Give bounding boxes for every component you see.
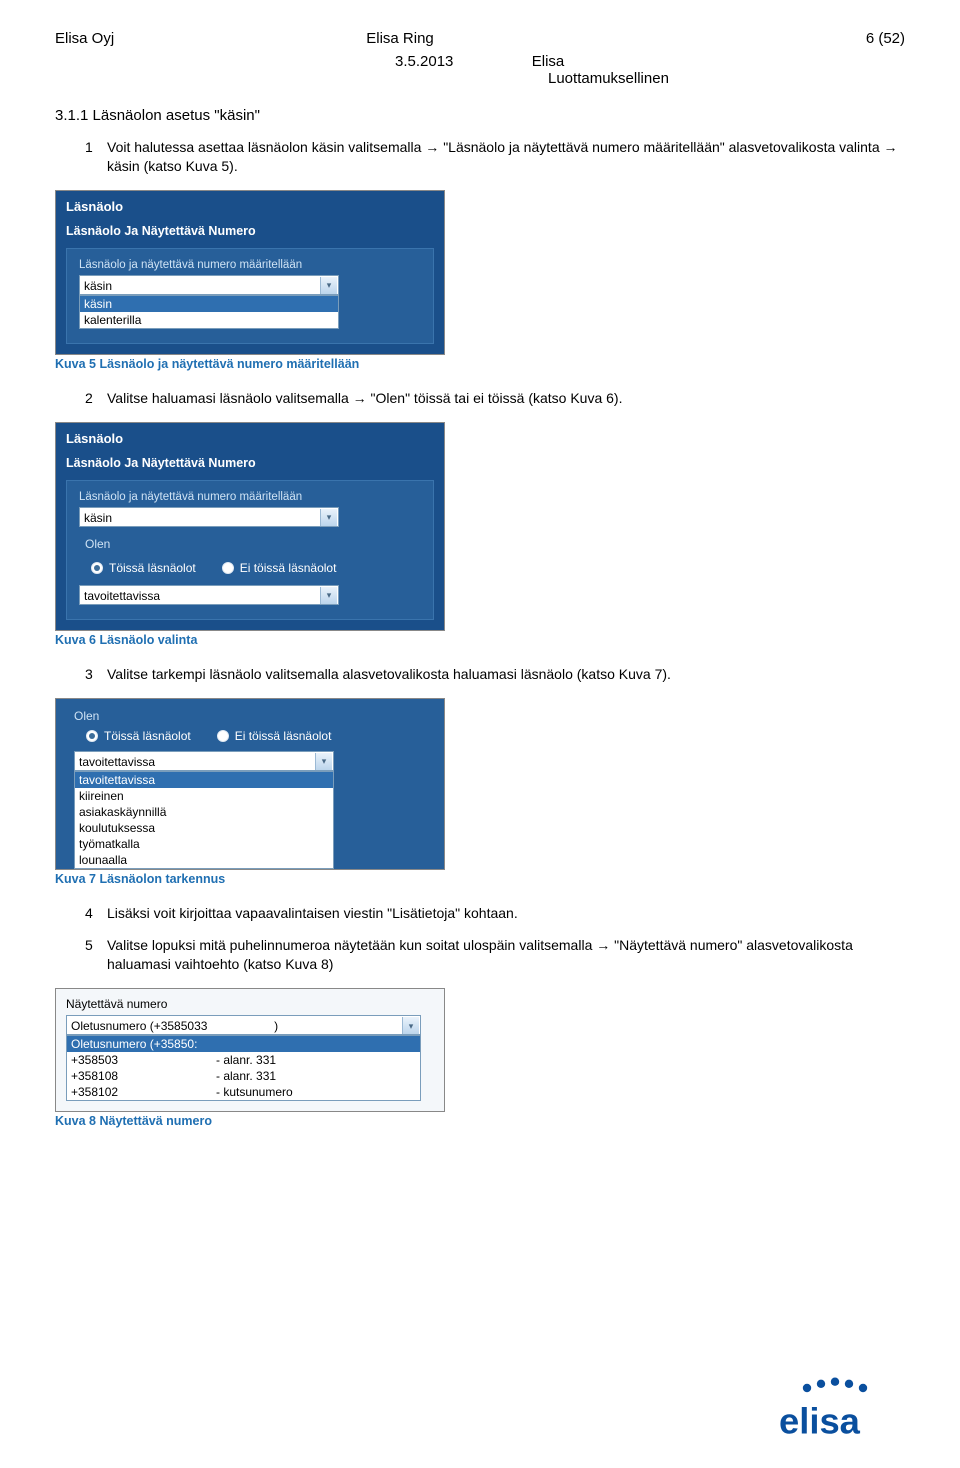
- step-5: 5 Valitse lopuksi mitä puhelinnumeroa nä…: [85, 936, 905, 974]
- header-page: 6 (52): [866, 30, 905, 47]
- fig6-radio-ei-toissa[interactable]: Ei töissä läsnäolot: [222, 561, 337, 575]
- fig7-option-3[interactable]: koulutuksessa: [75, 820, 333, 836]
- fig6-dropdown[interactable]: käsin ▾: [79, 507, 421, 527]
- step-5-number: 5: [85, 936, 107, 974]
- fig7-option-1[interactable]: kiireinen: [75, 788, 333, 804]
- fig8-label: Näytettävä numero: [66, 997, 434, 1011]
- chevron-down-icon: ▾: [315, 753, 332, 770]
- caption-6: Kuva 6 Läsnäolo valinta: [55, 633, 905, 647]
- figure-8: Näytettävä numero Oletusnumero (+3585033…: [55, 988, 445, 1112]
- fig6-selected: käsin: [84, 511, 112, 525]
- radio-unchecked-icon: [217, 730, 229, 742]
- fig5-title: Läsnäolo: [66, 199, 434, 214]
- fig6-subtitle: Läsnäolo Ja Näytettävä Numero: [66, 456, 434, 470]
- fig6-status-dropdown[interactable]: tavoitettavissa ▾: [79, 585, 421, 605]
- figure-5: Läsnäolo Läsnäolo Ja Näytettävä Numero L…: [55, 190, 445, 355]
- figure-6: Läsnäolo Läsnäolo Ja Näytettävä Numero L…: [55, 422, 445, 631]
- fig8-selected-right: ): [274, 1019, 278, 1033]
- fig5-field-label: Läsnäolo ja näytettävä numero määritellä…: [79, 259, 421, 271]
- fig6-radio-toissa[interactable]: Töissä läsnäolot: [91, 561, 196, 575]
- chevron-down-icon: ▾: [320, 587, 337, 604]
- chevron-down-icon: ▾: [402, 1017, 419, 1034]
- step-1-text: Voit halutessa asettaa läsnäolon käsin v…: [107, 138, 905, 176]
- fig7-olen-label: Olen: [74, 709, 436, 723]
- header-company: Elisa Oyj: [55, 30, 114, 47]
- caption-7: Kuva 7 Läsnäolon tarkennus: [55, 872, 905, 886]
- header-date: 3.5.2013: [395, 53, 453, 70]
- fig5-selected: käsin: [84, 279, 112, 293]
- step-5-text: Valitse lopuksi mitä puhelinnumeroa näyt…: [107, 936, 905, 974]
- radio-checked-icon: [86, 730, 98, 742]
- fig5-dropdown[interactable]: käsin ▾: [79, 275, 421, 295]
- header-brand: Elisa: [532, 53, 565, 70]
- step-2-number: 2: [85, 389, 107, 408]
- step-3: 3 Valitse tarkempi läsnäolo valitsemalla…: [85, 665, 905, 684]
- caption-5: Kuva 5 Läsnäolo ja näytettävä numero mää…: [55, 357, 905, 371]
- fig6-olen-label: Olen: [85, 537, 421, 551]
- fig7-option-2[interactable]: asiakaskäynnillä: [75, 804, 333, 820]
- fig7-listbox[interactable]: tavoitettavissa kiireinen asiakaskäynnil…: [74, 771, 334, 869]
- step-3-text: Valitse tarkempi läsnäolo valitsemalla a…: [107, 665, 671, 684]
- fig8-dropdown[interactable]: Oletusnumero (+3585033 ) ▾: [66, 1015, 434, 1035]
- step-4-text: Lisäksi voit kirjoittaa vapaavalintaisen…: [107, 904, 518, 923]
- caption-8: Kuva 8 Näytettävä numero: [55, 1114, 905, 1128]
- svg-text:elisa: elisa: [779, 1401, 861, 1442]
- chevron-down-icon: ▾: [320, 509, 337, 526]
- fig6-field-label: Läsnäolo ja näytettävä numero määritellä…: [79, 491, 421, 503]
- fig8-row-3[interactable]: +358102 - kutsunumero: [67, 1084, 420, 1100]
- step-4: 4 Lisäksi voit kirjoittaa vapaavalintais…: [85, 904, 905, 923]
- fig6-status-selected: tavoitettavissa: [84, 589, 160, 603]
- fig5-listbox[interactable]: käsin kalenterilla: [79, 295, 339, 329]
- fig8-row-2[interactable]: +358108 - alanr. 331: [67, 1068, 420, 1084]
- fig8-row-1[interactable]: +358503 - alanr. 331: [67, 1052, 420, 1068]
- fig7-option-4[interactable]: työmatkalla: [75, 836, 333, 852]
- fig7-dropdown[interactable]: tavoitettavissa ▾: [74, 751, 436, 771]
- fig5-option-kalenterilla[interactable]: kalenterilla: [80, 312, 338, 328]
- fig7-option-5[interactable]: lounaalla: [75, 852, 333, 868]
- fig7-option-0[interactable]: tavoitettavissa: [75, 772, 333, 788]
- section-heading: 3.1.1 Läsnäolon asetus "käsin": [55, 107, 905, 124]
- fig7-radio-toissa[interactable]: Töissä läsnäolot: [86, 729, 191, 743]
- chevron-down-icon: ▾: [320, 277, 337, 294]
- step-2: 2 Valitse haluamasi läsnäolo valitsemall…: [85, 389, 905, 408]
- fig5-subtitle: Läsnäolo Ja Näytettävä Numero: [66, 224, 434, 238]
- radio-checked-icon: [91, 562, 103, 574]
- fig6-title: Läsnäolo: [66, 431, 434, 446]
- step-1-number: 1: [85, 138, 107, 176]
- header-product: Elisa Ring: [366, 30, 434, 47]
- figure-7: Olen Töissä läsnäolot Ei töissä läsnäolo…: [55, 698, 445, 870]
- step-4-number: 4: [85, 904, 107, 923]
- fig8-listbox[interactable]: Oletusnumero (+35850: +358503 - alanr. 3…: [66, 1035, 421, 1101]
- step-1: 1 Voit halutessa asettaa läsnäolon käsin…: [85, 138, 905, 176]
- fig8-row-0[interactable]: Oletusnumero (+35850:: [67, 1036, 420, 1052]
- header-confidential: Luottamuksellinen: [548, 70, 905, 87]
- step-2-text: Valitse haluamasi läsnäolo valitsemalla …: [107, 389, 622, 408]
- fig5-option-kasin[interactable]: käsin: [80, 296, 338, 312]
- fig8-selected-left: Oletusnumero (+3585033: [71, 1019, 207, 1033]
- fig7-radio-ei-toissa[interactable]: Ei töissä läsnäolot: [217, 729, 332, 743]
- step-3-number: 3: [85, 665, 107, 684]
- fig7-selected: tavoitettavissa: [79, 755, 155, 769]
- elisa-logo: elisa: [765, 1374, 905, 1444]
- radio-unchecked-icon: [222, 562, 234, 574]
